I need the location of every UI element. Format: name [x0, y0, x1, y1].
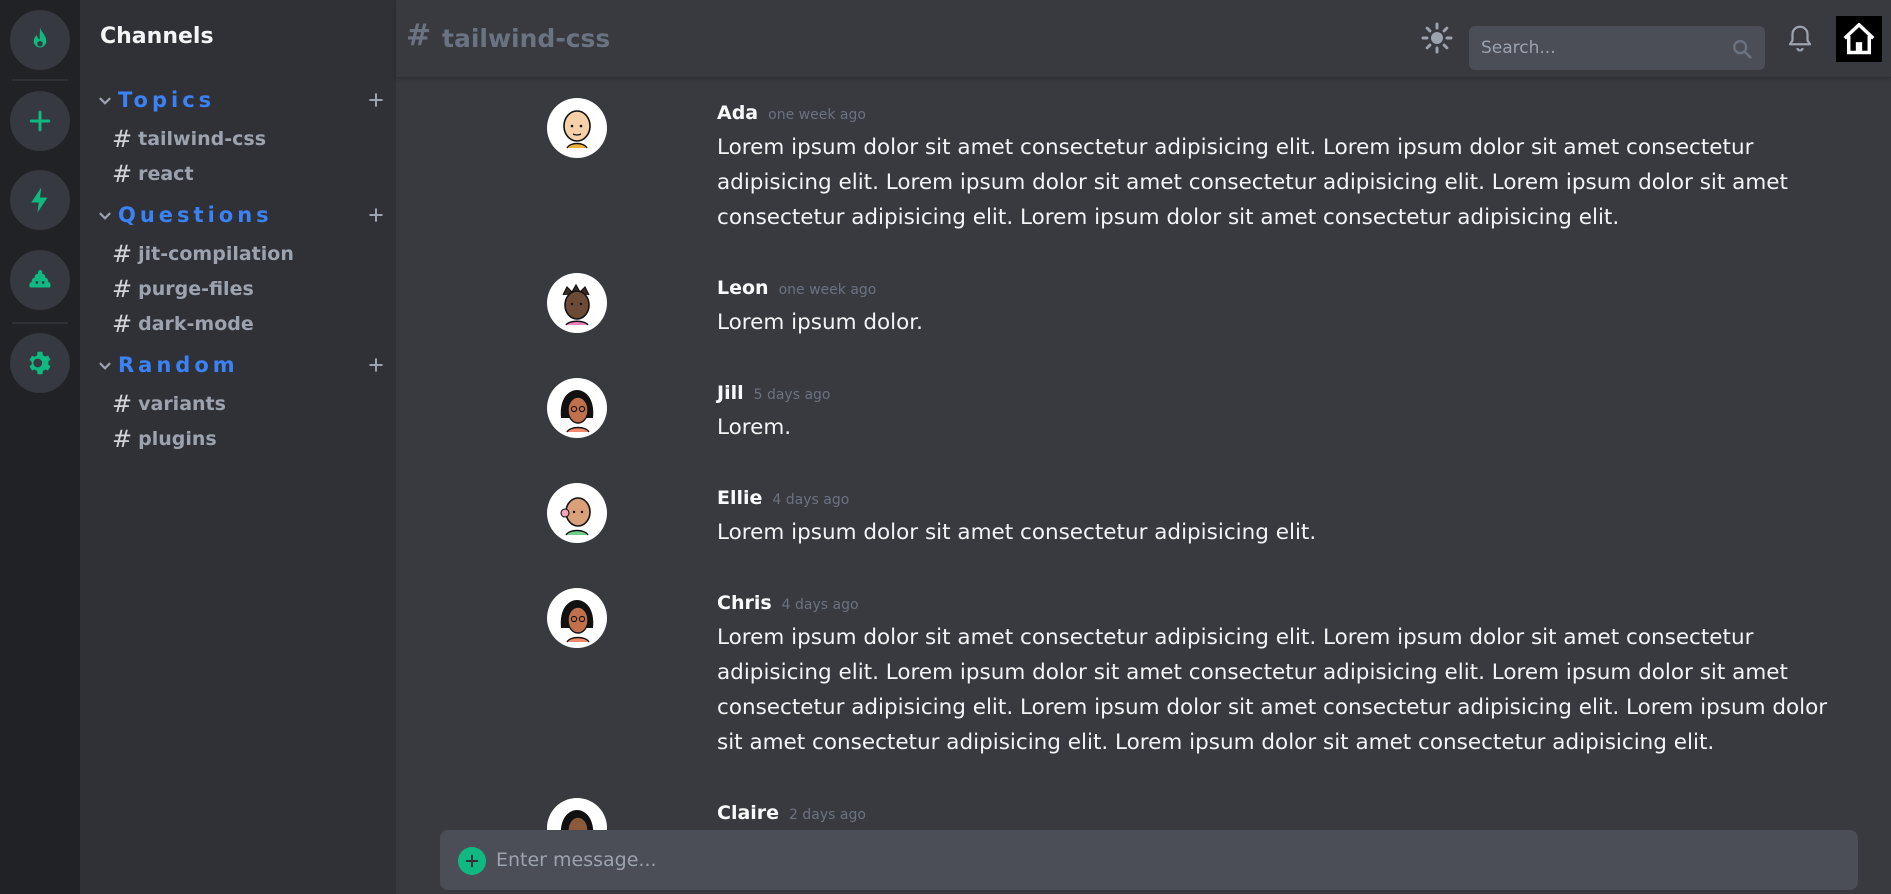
chevron-down-icon	[99, 97, 111, 105]
poo-icon	[29, 270, 51, 288]
plus-icon	[465, 854, 479, 868]
bell-icon[interactable]	[1785, 22, 1815, 54]
hash-icon: #	[112, 310, 133, 338]
message-timestamp: one week ago	[778, 282, 877, 298]
sun-icon[interactable]	[1421, 22, 1453, 54]
hash-icon: #	[112, 425, 133, 453]
avatar[interactable]	[547, 588, 607, 648]
channel-plugins[interactable]: # plugins	[112, 424, 217, 454]
channel-label: purge-files	[138, 278, 254, 300]
hash-icon: #	[406, 18, 432, 53]
message-timestamp: 2 days ago	[789, 807, 866, 823]
rail-divider	[12, 79, 68, 81]
category-random[interactable]: Random	[96, 351, 386, 383]
channel-label: tailwind-css	[138, 128, 266, 150]
add-server-button[interactable]	[10, 91, 70, 151]
hash-icon: #	[112, 125, 133, 153]
message-author[interactable]: Ada	[717, 102, 758, 124]
category-questions[interactable]: Questions	[96, 201, 386, 233]
channel-label: react	[138, 163, 194, 185]
avatar[interactable]	[547, 273, 607, 333]
activity-button[interactable]	[10, 170, 70, 230]
server-rail	[0, 0, 80, 894]
message-author[interactable]: Leon	[717, 277, 769, 299]
message-author[interactable]: Chris	[717, 592, 772, 614]
sidebar-title: Channels	[100, 24, 214, 49]
message-composer	[440, 830, 1858, 890]
hash-icon: #	[112, 390, 133, 418]
message-author[interactable]: Claire	[717, 802, 779, 824]
message-author[interactable]: Ellie	[717, 487, 762, 509]
home-server-button[interactable]	[10, 10, 70, 70]
search-box	[1469, 26, 1765, 70]
home-icon	[1843, 23, 1875, 55]
category-label: Topics	[118, 88, 216, 112]
hash-icon: #	[112, 160, 133, 188]
chevron-down-icon	[99, 212, 111, 220]
channels-sidebar: Channels Topics # tailwind-css # react Q…	[80, 0, 396, 894]
settings-button[interactable]	[10, 333, 70, 393]
message-header: Claire 2 days ago	[717, 802, 866, 824]
message-timestamp: 4 days ago	[772, 492, 850, 508]
channel-label: plugins	[138, 428, 217, 450]
channel-tailwind-css[interactable]: # tailwind-css	[112, 124, 266, 154]
avatar[interactable]	[547, 378, 607, 438]
gear-icon	[29, 351, 51, 375]
channel-purge-files[interactable]: # purge-files	[112, 274, 254, 304]
add-channel-icon[interactable]	[366, 355, 386, 375]
bolt-icon	[31, 187, 48, 213]
plus-icon	[29, 110, 51, 132]
add-channel-icon[interactable]	[366, 90, 386, 110]
channel-title: tailwind-css	[442, 24, 611, 53]
channel-header: # tailwind-css	[396, 0, 1891, 78]
flame-icon	[33, 27, 47, 48]
message-header: Ellie 4 days ago	[717, 487, 849, 509]
message-text: Lorem.	[717, 415, 792, 440]
channel-dark-mode[interactable]: # dark-mode	[112, 309, 254, 339]
message-timestamp: 5 days ago	[753, 387, 831, 403]
message-text: Lorem ipsum dolor sit amet consectetur a…	[717, 625, 1828, 755]
search-icon[interactable]	[1731, 38, 1753, 60]
channel-label: variants	[138, 393, 226, 415]
category-label: Questions	[118, 203, 273, 227]
message-text: Lorem ipsum dolor.	[717, 310, 923, 335]
hash-icon: #	[112, 240, 133, 268]
message-text: Lorem ipsum dolor sit amet consectetur a…	[717, 135, 1788, 230]
message-timestamp: one week ago	[768, 107, 866, 123]
add-attachment-button[interactable]	[458, 847, 486, 875]
chevron-down-icon	[99, 362, 111, 370]
message-text: Lorem ipsum dolor sit amet consectetur a…	[717, 520, 1317, 545]
search-input[interactable]	[1481, 36, 1721, 60]
message-input[interactable]	[496, 846, 1796, 874]
message-author[interactable]: Jill	[717, 382, 744, 404]
message-header: Chris 4 days ago	[717, 592, 859, 614]
channel-jit-compilation[interactable]: # jit-compilation	[112, 239, 294, 269]
rail-divider	[12, 322, 68, 324]
add-channel-icon[interactable]	[366, 205, 386, 225]
channel-react[interactable]: # react	[112, 159, 194, 189]
channel-label: dark-mode	[138, 313, 254, 335]
fun-server-button[interactable]	[10, 250, 70, 310]
message-header: Ada one week ago	[717, 102, 866, 124]
hash-icon: #	[112, 275, 133, 303]
home-button[interactable]	[1836, 16, 1882, 62]
category-label: Random	[118, 353, 239, 377]
channel-variants[interactable]: # variants	[112, 389, 226, 419]
message-list: Ada one week ago Lorem ipsum dolor sit a…	[396, 78, 1891, 894]
message-header: Leon one week ago	[717, 277, 876, 299]
category-topics[interactable]: Topics	[96, 86, 386, 118]
avatar[interactable]	[547, 483, 607, 543]
message-timestamp: 4 days ago	[781, 597, 859, 613]
message-header: Jill 5 days ago	[717, 382, 831, 404]
avatar[interactable]	[547, 98, 607, 158]
channel-label: jit-compilation	[138, 243, 294, 265]
